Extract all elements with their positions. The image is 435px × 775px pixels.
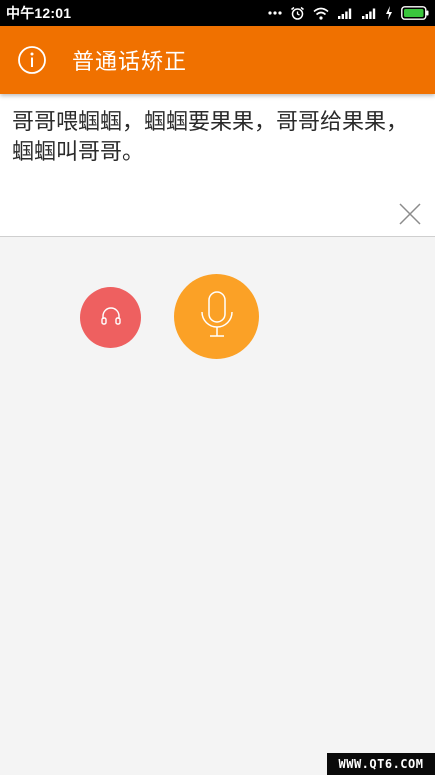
signal-icon-2: [361, 7, 377, 20]
status-time: 中午12:01: [6, 5, 72, 21]
wifi-icon: [313, 7, 329, 20]
record-button[interactable]: [174, 274, 259, 359]
listen-button[interactable]: [80, 287, 141, 348]
close-icon: [398, 203, 422, 230]
clear-button[interactable]: [398, 202, 422, 226]
practice-text: 哥哥喂蝈蝈，蝈蝈要果果，哥哥给果果，蝈蝈叫哥哥。: [12, 110, 409, 165]
text-panel: 哥哥喂蝈蝈，蝈蝈要果果，哥哥给果果，蝈蝈叫哥哥。: [0, 94, 435, 237]
headphones-icon: [99, 304, 123, 332]
watermark: WWW.QT6.COM: [327, 753, 435, 775]
microphone-icon: [197, 290, 237, 344]
battery-icon: [401, 6, 429, 20]
status-icons: [268, 6, 429, 21]
info-icon[interactable]: [17, 45, 47, 75]
status-bar: 中午12:01: [0, 0, 435, 26]
charging-icon: [385, 6, 393, 20]
more-dots-icon: [268, 10, 282, 16]
app-toolbar: 普通话矫正: [0, 26, 435, 94]
app-screen: 中午12:01 普通话矫正 哥哥喂蝈蝈，蝈蝈要果果，哥哥给果果，蝈蝈叫哥哥。 W…: [0, 0, 435, 775]
page-title: 普通话矫正: [72, 50, 188, 75]
signal-icon: [337, 7, 353, 20]
alarm-icon: [290, 6, 305, 21]
